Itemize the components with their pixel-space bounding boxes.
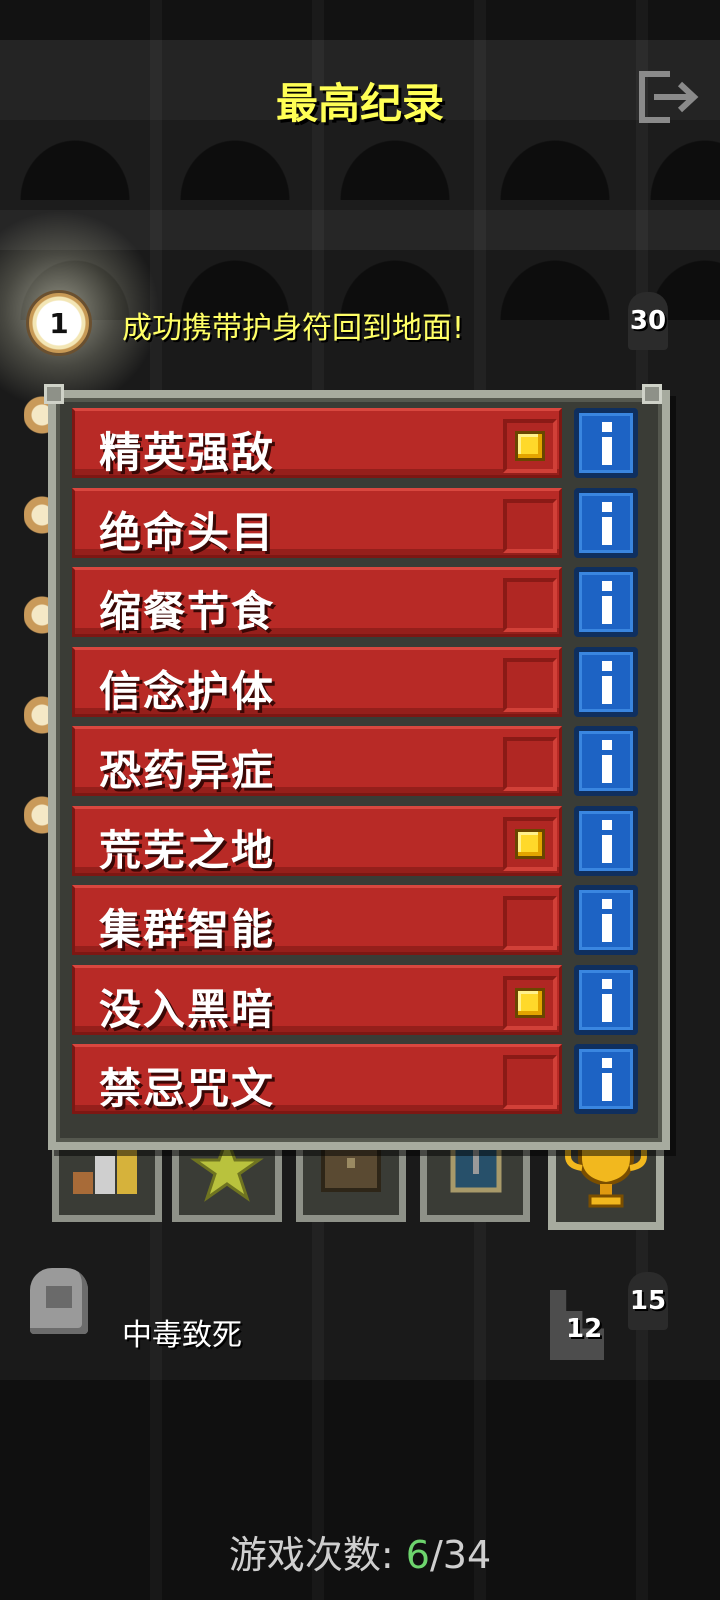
info-icon[interactable] (574, 806, 638, 876)
challenge-checkbox[interactable] (503, 658, 557, 712)
challenge-label: 没入黑暗 (99, 985, 276, 1034)
info-icon[interactable] (574, 885, 638, 955)
challenge-label: 缩餐节食 (99, 587, 276, 636)
challenge-toggle-button[interactable]: 信念护体 (72, 647, 562, 717)
challenge-label: 信念护体 (99, 667, 276, 716)
info-icon[interactable] (574, 567, 638, 637)
challenge-label: 绝命头目 (99, 508, 276, 557)
challenge-checkbox[interactable] (503, 499, 557, 553)
dialog-corner (44, 384, 64, 404)
depth-badge-icon: 30 (628, 292, 668, 350)
info-icon[interactable] (574, 726, 638, 796)
challenge-row: 缩餐节食 (72, 567, 562, 637)
challenge-toggle-button[interactable]: 集群智能 (72, 885, 562, 955)
challenge-row: 恐药异症 (72, 726, 562, 796)
record-depth: 30 (629, 306, 667, 336)
info-icon[interactable] (574, 647, 638, 717)
challenge-row: 绝命头目 (72, 488, 562, 558)
challenge-checkbox[interactable] (503, 1055, 557, 1109)
games-played-label: 游戏次数: (228, 1533, 394, 1577)
challenge-toggle-button[interactable]: 缩餐节食 (72, 567, 562, 637)
record-depth: 15 (629, 1286, 667, 1316)
record-description[interactable]: 成功携带护身符回到地面! (122, 303, 464, 347)
challenge-row: 禁忌咒文 (72, 1044, 562, 1114)
challenge-row: 信念护体 (72, 647, 562, 717)
challenge-label: 精英强敌 (99, 428, 276, 477)
games-current: 6 (405, 1533, 430, 1577)
games-total: /34 (429, 1533, 492, 1577)
exit-icon[interactable] (636, 70, 702, 124)
challenge-row: 集群智能 (72, 885, 562, 955)
challenge-checkbox[interactable] (503, 737, 557, 791)
challenge-checkbox[interactable] (503, 976, 557, 1030)
games-played: 游戏次数: 6/34 (0, 1524, 720, 1579)
record-description[interactable]: 中毒致死 (122, 1310, 242, 1354)
dialog-corner (642, 384, 662, 404)
page-title: 最高纪录 (275, 79, 444, 128)
challenge-toggle-button[interactable]: 荒芜之地 (72, 806, 562, 876)
challenge-checkbox[interactable] (503, 578, 557, 632)
info-icon[interactable] (574, 1044, 638, 1114)
challenge-row: 荒芜之地 (72, 806, 562, 876)
record-rank: 1 (49, 306, 69, 340)
depth-badge-icon: 15 (628, 1272, 668, 1330)
rankings-screen: 最高纪录 1 成功携带护身符回到地面! 30 中毒致死 12 15 游戏次数: … (0, 0, 720, 1600)
info-icon[interactable] (574, 965, 638, 1035)
challenge-toggle-button[interactable]: 禁忌咒文 (72, 1044, 562, 1114)
info-icon[interactable] (574, 488, 638, 558)
challenge-toggle-button[interactable]: 精英强敌 (72, 408, 562, 478)
tombstone-icon (30, 1268, 88, 1334)
challenge-checkbox[interactable] (503, 896, 557, 950)
challenge-checkbox[interactable] (503, 817, 557, 871)
challenge-checkbox[interactable] (503, 419, 557, 473)
challenge-label: 荒芜之地 (99, 826, 276, 875)
challenge-label: 集群智能 (99, 905, 276, 954)
background-arches (0, 130, 720, 200)
challenge-toggle-button[interactable]: 没入黑暗 (72, 965, 562, 1035)
info-icon[interactable] (574, 408, 638, 478)
challenge-label: 恐药异症 (99, 746, 276, 795)
challenge-row: 没入黑暗 (72, 965, 562, 1035)
challenge-toggle-button[interactable]: 绝命头目 (72, 488, 562, 558)
challenge-toggle-button[interactable]: 恐药异症 (72, 726, 562, 796)
record-level: 12 (566, 1314, 603, 1344)
challenge-label: 禁忌咒文 (99, 1064, 276, 1113)
amulet-medal-icon[interactable]: 1 (26, 290, 92, 356)
challenge-row: 精英强敌 (72, 408, 562, 478)
